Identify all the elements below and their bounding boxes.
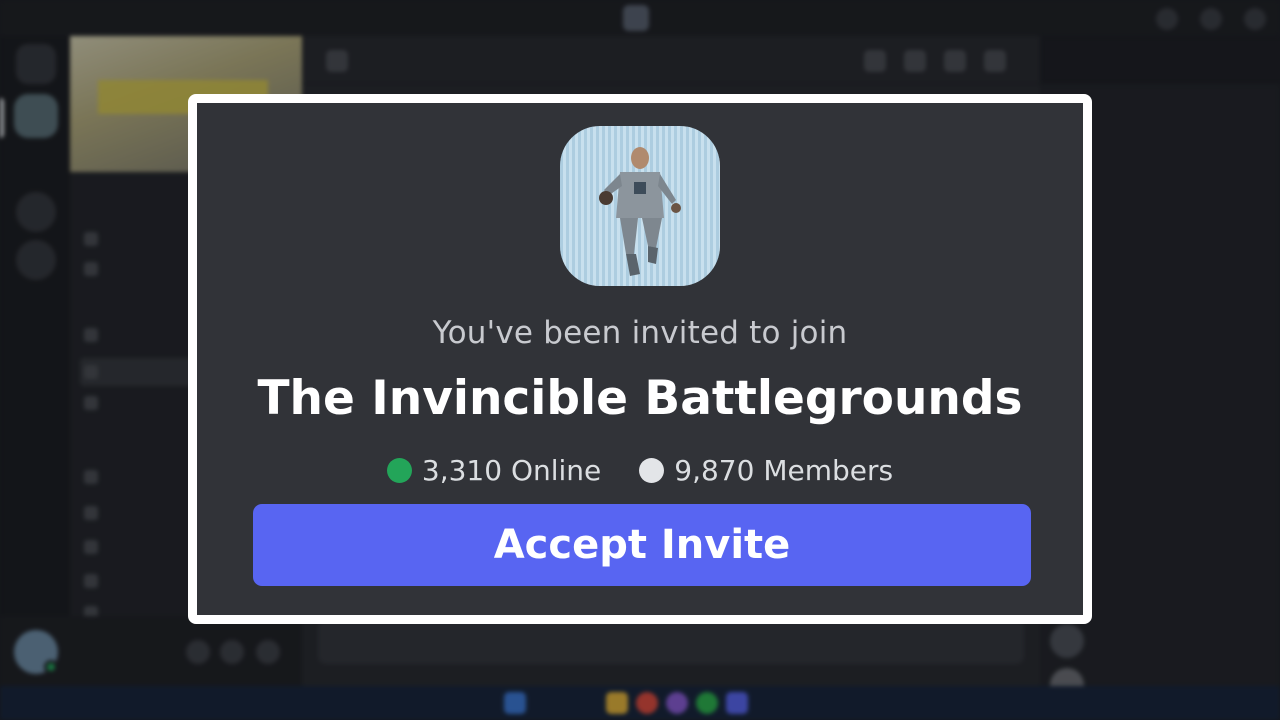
online-count-label: 3,310 Online [421, 454, 602, 487]
server-stats: 3,310 Online 9,870 Members [197, 454, 1083, 487]
server-icon [560, 126, 720, 286]
server-name: The Invincible Battlegrounds [257, 371, 1023, 426]
member-count-label: 9,870 Members [674, 454, 894, 487]
invite-subtitle: You've been invited to join [432, 315, 848, 351]
accept-invite-button[interactable]: Accept Invite [253, 504, 1031, 586]
members-dot-icon [639, 458, 665, 483]
online-count: 3,310 Online [386, 454, 602, 487]
invite-card: You've been invited to join The Invincib… [188, 94, 1092, 624]
member-count: 9,870 Members [639, 454, 893, 487]
online-dot-icon [386, 458, 412, 483]
invincible-hero-flying-icon [560, 126, 720, 286]
